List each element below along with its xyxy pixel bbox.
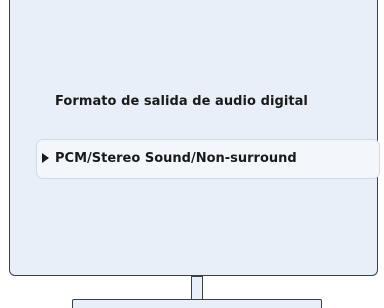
tv-illustration: Formato de salida de audio digital PCM/S… [0,0,384,308]
tv-screen: Formato de salida de audio digital PCM/S… [9,0,380,276]
tv-stand-base [72,299,322,308]
triangle-right-icon [42,153,49,163]
audio-format-option-label: PCM/Stereo Sound/Non-surround [55,151,297,166]
audio-format-option[interactable]: PCM/Stereo Sound/Non-surround [36,139,380,179]
menu-title: Formato de salida de audio digital [55,94,308,109]
tv-stand-neck [191,276,203,299]
